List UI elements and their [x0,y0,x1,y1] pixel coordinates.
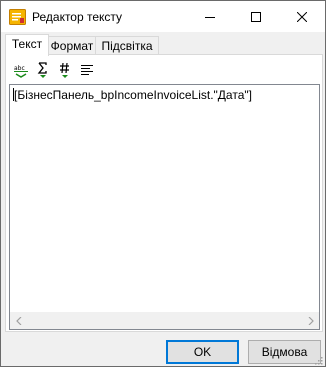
spellcheck-button[interactable]: abc [10,59,32,81]
minimize-icon [205,16,215,18]
minimize-button[interactable] [187,1,233,32]
abc-spellcheck-icon: abc [14,65,28,78]
scroll-left-button[interactable] [10,312,27,329]
editor-toolbar: abc [10,59,98,81]
text-editor-dialog: Редактор тексту Текст Формат Підсвітка a… [0,0,326,367]
scroll-right-button[interactable] [302,312,319,329]
horizontal-scrollbar[interactable] [10,312,319,329]
tab-label: Формат [50,39,94,53]
tab-strip: Текст Формат Підсвітка [5,34,321,56]
maximize-button[interactable] [233,1,279,32]
tab-format[interactable]: Формат [47,36,97,55]
tab-label: Текст [11,37,43,51]
number-format-button[interactable] [54,59,76,81]
tab-text[interactable]: Текст [5,34,49,56]
text-tab-panel: abc [БізнесПанель_bpIncomeInvoiceList."Д… [5,54,323,332]
close-button[interactable] [279,1,325,32]
chevron-left-icon [15,316,21,325]
title-bar[interactable]: Редактор тексту [1,1,325,32]
align-text-icon [81,65,93,75]
expression-text-area[interactable]: [БізнесПанель_bpIncomeInvoiceList."Дата"… [9,84,320,330]
window-title: Редактор тексту [32,10,123,24]
close-icon [297,11,307,22]
chevron-right-icon [308,316,314,325]
resize-grip[interactable] [313,354,323,365]
maximize-icon [251,11,261,22]
sigma-aggregate-icon [37,62,47,78]
expression-text: [БізнесПанель_bpIncomeInvoiceList."Дата"… [14,88,252,102]
cancel-button[interactable]: Відмова [248,340,321,364]
cancel-button-label: Відмова [261,345,308,359]
aggregate-button[interactable] [32,59,54,81]
ok-button-label: OK [193,345,212,359]
hash-format-icon [60,62,69,78]
svg-text:abc: abc [14,65,25,72]
tab-highlight[interactable]: Підсвітка [95,36,159,55]
text-editor-app-icon [9,9,26,25]
text-alignment-button[interactable] [76,59,98,81]
ok-button[interactable]: OK [166,340,239,364]
resize-grip-icon [315,357,323,365]
editor-content: [БізнесПанель_bpIncomeInvoiceList."Дата"… [13,88,252,102]
tab-label: Підсвітка [101,39,153,53]
